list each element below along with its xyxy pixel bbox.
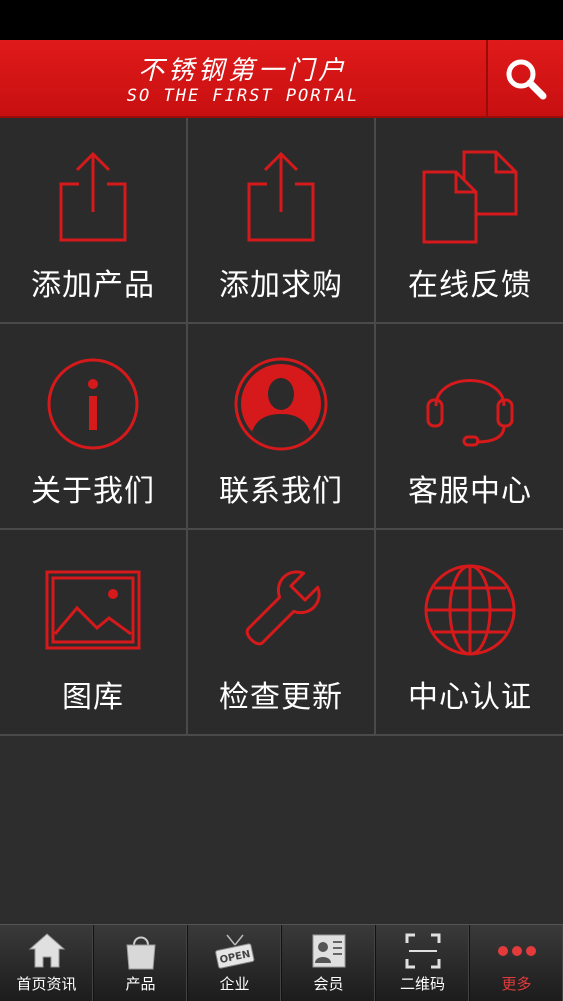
tile-label: 联系我们 xyxy=(219,474,343,509)
status-bar xyxy=(0,0,563,40)
tile-check-update[interactable]: 检查更新 xyxy=(188,530,374,734)
title-english: SO THE FIRST PORTAL xyxy=(126,86,360,106)
tab-qrcode[interactable]: 二维码 xyxy=(376,925,470,1001)
open-sign-icon: OPEN xyxy=(214,934,254,969)
tab-label: 二维码 xyxy=(399,975,445,993)
tile-online-feedback[interactable]: 在线反馈 xyxy=(376,118,563,322)
search-button[interactable] xyxy=(488,40,563,118)
tile-label: 图库 xyxy=(62,680,124,715)
home-icon xyxy=(28,933,65,968)
tab-label: 产品 xyxy=(125,975,156,993)
tab-label: 企业 xyxy=(219,975,250,993)
tile-label: 添加求购 xyxy=(219,268,343,303)
tile-label: 客服中心 xyxy=(408,474,532,509)
wrench-icon xyxy=(245,570,321,646)
tab-members[interactable]: 会员 xyxy=(282,925,376,1001)
tile-add-product[interactable]: 添加产品 xyxy=(0,118,186,322)
search-icon xyxy=(506,59,546,100)
tile-about-us[interactable]: 关于我们 xyxy=(0,324,186,528)
tile-customer-service[interactable]: 客服中心 xyxy=(376,324,563,528)
tab-label: 更多 xyxy=(501,975,532,993)
tab-products[interactable]: 产品 xyxy=(94,925,188,1001)
header-title: 不锈钢第一门户 SO THE FIRST PORTAL xyxy=(0,40,486,118)
tile-label: 关于我们 xyxy=(31,474,155,509)
title-chinese: 不锈钢第一门户 xyxy=(137,56,348,86)
tab-more[interactable]: 更多 xyxy=(470,925,563,1001)
member-card-icon xyxy=(312,934,345,968)
tile-gallery[interactable]: 图库 xyxy=(0,530,186,734)
shopping-bag-icon xyxy=(125,936,156,970)
picture-icon xyxy=(45,570,141,650)
headset-icon xyxy=(426,379,514,447)
tile-label: 在线反馈 xyxy=(408,268,532,303)
tile-center-certification[interactable]: 中心认证 xyxy=(376,530,563,734)
tab-label: 首页资讯 xyxy=(16,975,77,993)
tab-enterprise[interactable]: OPEN 企业 xyxy=(188,925,282,1001)
copy-documents-icon xyxy=(422,150,518,244)
tile-label: 中心认证 xyxy=(408,680,532,715)
share-export-icon xyxy=(59,151,127,242)
globe-icon xyxy=(424,564,516,656)
tab-home-news[interactable]: 首页资讯 xyxy=(0,925,94,1001)
share-export-icon xyxy=(247,151,315,242)
tile-contact-us[interactable]: 联系我们 xyxy=(188,324,374,528)
info-icon xyxy=(47,358,139,450)
more-dots-icon xyxy=(497,946,536,956)
bottom-tab-bar: 首页资讯 产品 OPEN 企业 会员 二维码 更多 xyxy=(0,924,563,1001)
tile-label: 添加产品 xyxy=(31,268,155,303)
tile-label: 检查更新 xyxy=(219,680,343,715)
tile-add-purchase[interactable]: 添加求购 xyxy=(188,118,374,322)
header-bar: 不锈钢第一门户 SO THE FIRST PORTAL xyxy=(0,40,563,118)
tab-label: 会员 xyxy=(313,975,344,993)
qr-scan-icon xyxy=(405,933,440,969)
contact-person-icon xyxy=(234,357,328,451)
function-grid: 添加产品 添加求购 在线反馈 关于我们 联系我们 客服中心 图库 检查更新 中心… xyxy=(0,118,563,736)
